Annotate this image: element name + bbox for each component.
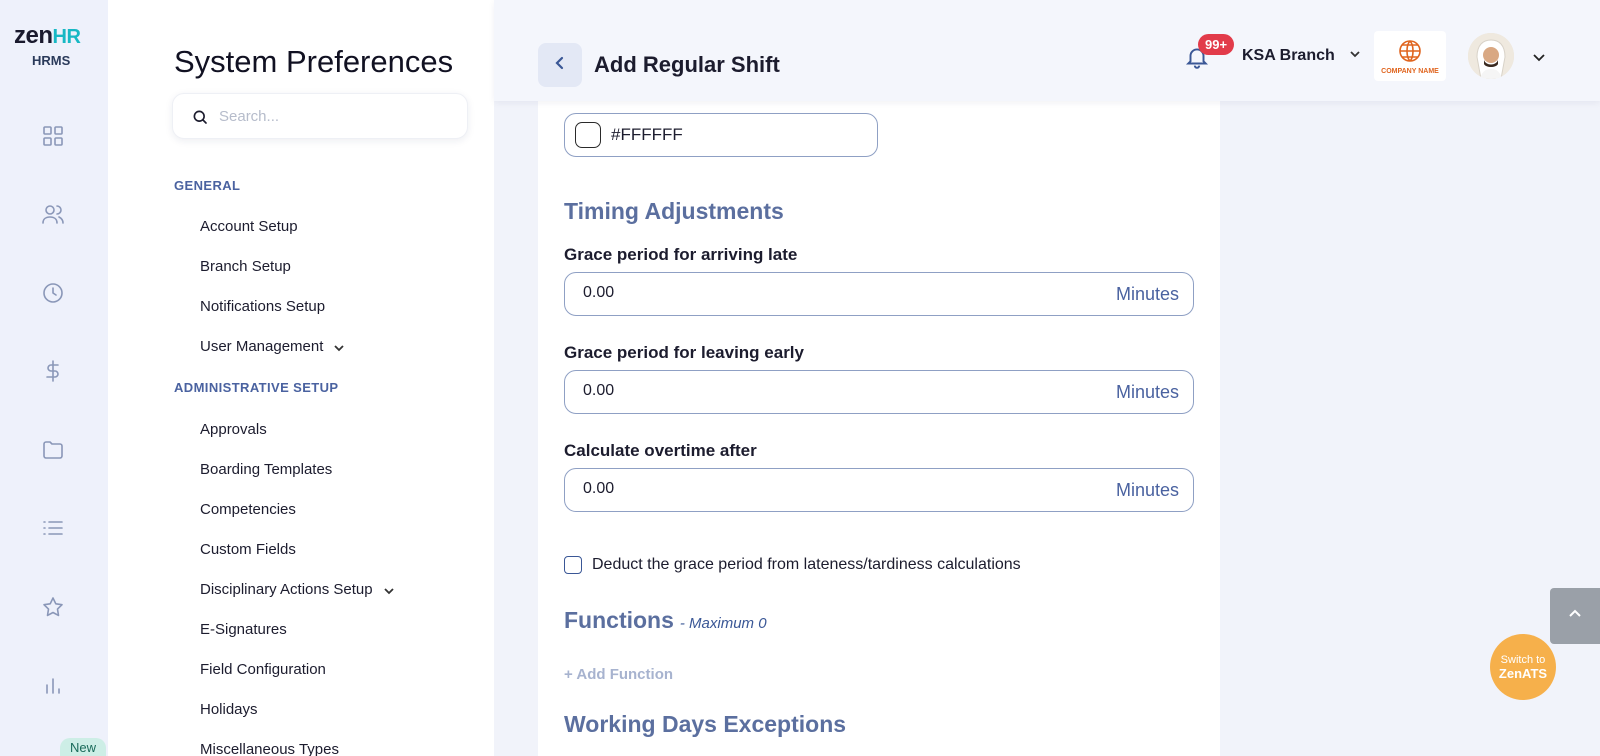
dollar-icon[interactable]	[41, 359, 65, 383]
section-general: GENERAL	[174, 178, 241, 193]
unit-label: Minutes	[1115, 382, 1179, 402]
search-icon	[191, 108, 209, 126]
nav-item-field-configuration[interactable]: Field Configuration	[200, 661, 326, 678]
folder-icon[interactable]	[41, 438, 65, 462]
star-icon[interactable]	[41, 595, 65, 619]
chevron-down-icon	[383, 584, 395, 596]
nav-item-approvals[interactable]: Approvals	[200, 421, 267, 438]
chevron-down-icon	[1349, 47, 1361, 65]
page-heading: System Preferences	[174, 44, 454, 79]
functions-max-note: - Maximum 0	[679, 615, 767, 632]
nav-item-disciplinary-actions-setup[interactable]: Disciplinary Actions Setup	[200, 581, 395, 598]
new-badge: New	[60, 738, 107, 756]
color-value: #FFFFFF	[611, 125, 683, 144]
deduct-grace-checkbox[interactable]	[564, 556, 582, 574]
nav-item-custom-fields[interactable]: Custom Fields	[200, 541, 296, 558]
nav-item-e-signatures[interactable]: E-Signatures	[200, 621, 287, 638]
chart-icon[interactable]	[41, 673, 65, 697]
list-icon[interactable]	[41, 516, 65, 540]
shift-form-card: #FFFFFF Timing Adjustments Grace period …	[538, 101, 1220, 756]
switch-to-zenats-button[interactable]: Switch to ZenATS	[1490, 634, 1556, 700]
add-function-button[interactable]: + Add Function	[564, 666, 673, 683]
deduct-grace-option[interactable]: Deduct the grace period from lateness/ta…	[564, 556, 1021, 574]
timing-adjustments-heading: Timing Adjustments	[564, 198, 784, 224]
early-grace-label: Grace period for leaving early	[564, 343, 804, 362]
chevron-left-icon	[552, 55, 568, 76]
unit-label: Minutes	[1115, 480, 1179, 500]
working-days-exceptions-heading: Working Days Exceptions	[564, 711, 847, 737]
zenhr-logo[interactable]: zenHR	[14, 22, 81, 50]
icon-rail: zenHR HRMS New	[0, 0, 108, 756]
late-grace-label: Grace period for arriving late	[564, 245, 798, 264]
deduct-grace-label: Deduct the grace period from lateness/ta…	[592, 556, 1021, 573]
overtime-label: Calculate overtime after	[564, 441, 757, 460]
branch-selector[interactable]: KSA Branch	[1242, 47, 1361, 65]
clock-icon[interactable]	[41, 281, 65, 305]
nav-item-miscellaneous-types[interactable]: Miscellaneous Types	[200, 741, 339, 756]
unit-label: Minutes	[1115, 284, 1179, 304]
settings-nav: System Preferences GENERAL Account Setup…	[108, 0, 494, 756]
hrms-label: HRMS	[32, 53, 71, 68]
chevron-down-icon	[333, 341, 345, 353]
nav-item-holidays[interactable]: Holidays	[200, 701, 258, 718]
late-grace-field[interactable]: Minutes	[564, 272, 1194, 316]
overtime-field[interactable]: Minutes	[564, 468, 1194, 512]
overtime-input[interactable]	[583, 480, 1063, 498]
search-input[interactable]	[219, 104, 449, 128]
top-header: Add Regular Shift 99+ KSA Branch COMPANY…	[494, 0, 1600, 101]
color-picker-field[interactable]: #FFFFFF	[564, 113, 878, 157]
people-icon[interactable]	[41, 202, 65, 226]
nav-item-notifications-setup[interactable]: Notifications Setup	[200, 298, 325, 315]
early-grace-field[interactable]: Minutes	[564, 370, 1194, 414]
back-button[interactable]	[538, 43, 582, 87]
nav-item-competencies[interactable]: Competencies	[200, 501, 296, 518]
nav-item-boarding-templates[interactable]: Boarding Templates	[200, 461, 332, 478]
chevron-down-icon[interactable]	[1532, 50, 1546, 64]
functions-heading: Functions - Maximum 0	[564, 607, 767, 633]
notification-badge: 99+	[1198, 34, 1235, 55]
late-grace-input[interactable]	[583, 284, 1063, 302]
section-administrative-setup: ADMINISTRATIVE SETUP	[174, 380, 339, 395]
scroll-to-top-button[interactable]	[1550, 588, 1600, 644]
chevron-up-icon	[1567, 606, 1583, 627]
nav-item-account-setup[interactable]: Account Setup	[200, 218, 298, 235]
page-title: Add Regular Shift	[594, 52, 780, 77]
early-grace-input[interactable]	[583, 382, 1063, 400]
color-swatch[interactable]	[575, 122, 601, 148]
user-avatar[interactable]	[1468, 33, 1514, 79]
dashboard-icon[interactable]	[41, 124, 65, 148]
nav-item-user-management[interactable]: User Management	[200, 338, 345, 355]
company-logo[interactable]: COMPANY NAME	[1374, 31, 1446, 81]
nav-item-branch-setup[interactable]: Branch Setup	[200, 258, 291, 275]
search-box[interactable]	[172, 93, 468, 139]
